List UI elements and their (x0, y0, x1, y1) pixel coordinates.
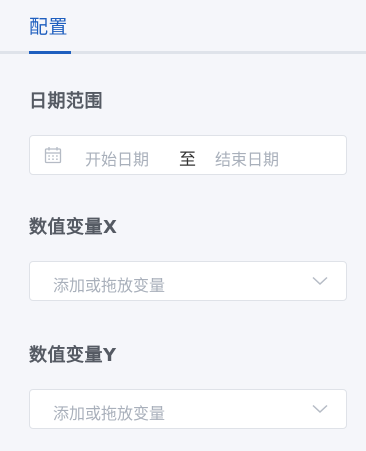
tab-bar: 配置 (0, 0, 366, 56)
calendar-icon (44, 147, 62, 164)
date-range-label: 日期范围 (29, 91, 103, 112)
variable-y-label: 数值变量Y (29, 345, 117, 366)
tab-active-indicator (29, 51, 71, 54)
variable-x-label: 数值变量X (29, 217, 118, 238)
variable-y-select[interactable]: 添加或拖放变量 (29, 389, 347, 429)
start-date-input[interactable]: 开始日期 (85, 146, 149, 170)
chevron-down-icon[interactable] (312, 276, 328, 286)
end-date-input[interactable]: 结束日期 (215, 146, 279, 170)
date-range-separator: 至 (179, 150, 196, 170)
chevron-down-icon[interactable] (312, 404, 328, 414)
variable-y-placeholder: 添加或拖放变量 (53, 404, 166, 423)
tab-config[interactable]: 配置 (29, 12, 68, 39)
variable-x-select[interactable]: 添加或拖放变量 (29, 261, 347, 301)
variable-x-placeholder: 添加或拖放变量 (53, 276, 166, 295)
date-range-picker[interactable]: 开始日期 至 结束日期 (29, 135, 347, 175)
